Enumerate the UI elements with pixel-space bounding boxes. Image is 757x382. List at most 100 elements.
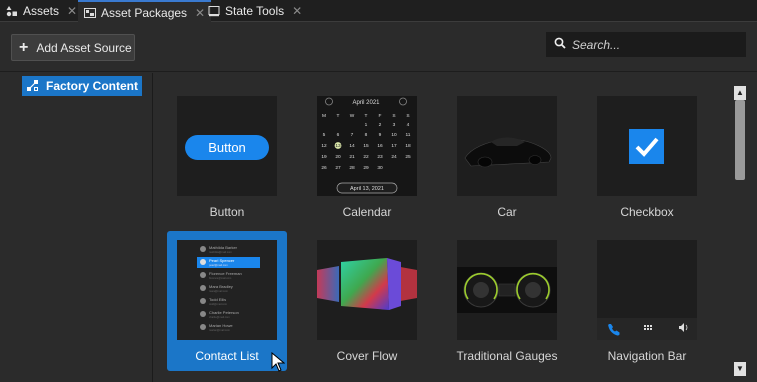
asset-label: Car: [497, 205, 517, 219]
plus-icon: +: [19, 38, 29, 56]
svg-text:28: 28: [349, 165, 355, 171]
svg-text:Mara Bradley: Mara Bradley: [209, 284, 233, 289]
svg-text:14: 14: [349, 143, 355, 149]
asset-card-checkbox[interactable]: Checkbox: [587, 87, 707, 227]
add-asset-source-label: Add Asset Source: [36, 40, 132, 55]
asset-thumbnail: [457, 240, 557, 340]
svg-text:S: S: [406, 113, 409, 119]
svg-text:2: 2: [379, 122, 382, 128]
sidebar-item-factory-content[interactable]: Factory Content: [22, 76, 142, 96]
gauges-preview: [457, 267, 557, 313]
svg-text:7: 7: [351, 132, 354, 138]
tab-state-tools[interactable]: State Tools ✕: [202, 0, 308, 22]
tab-label: State Tools: [225, 4, 285, 18]
svg-text:24: 24: [391, 154, 397, 160]
assets-icon: [6, 5, 18, 17]
calendar-month: April 2021: [352, 100, 380, 106]
asset-label: Cover Flow: [336, 349, 398, 363]
svg-text:5: 5: [323, 132, 326, 138]
asset-label: Contact List: [195, 349, 259, 363]
search-input[interactable]: [572, 37, 732, 52]
svg-text:charlie@mail.com: charlie@mail.com: [209, 315, 230, 319]
search-icon: [554, 37, 566, 52]
svg-text:11: 11: [406, 132, 411, 138]
tab-label: Assets: [23, 4, 60, 18]
svg-text:Florence Freeman: Florence Freeman: [209, 271, 242, 276]
tab-strip: Assets ✕ Asset Packages ✕ State Tools ✕: [0, 0, 757, 23]
svg-text:19: 19: [321, 154, 327, 160]
asset-label: Navigation Bar: [607, 349, 687, 363]
svg-text:22: 22: [363, 154, 369, 160]
svg-text:12: 12: [321, 143, 327, 149]
svg-text:3: 3: [393, 122, 396, 128]
asset-card-traditional-gauges[interactable]: Traditional Gauges: [447, 231, 567, 371]
svg-text:S: S: [392, 113, 395, 119]
svg-text:15: 15: [363, 143, 369, 149]
svg-text:16: 16: [377, 143, 383, 149]
svg-text:mathilda@mail.com: mathilda@mail.com: [209, 250, 232, 254]
close-icon[interactable]: ✕: [67, 4, 77, 18]
svg-text:23: 23: [377, 154, 383, 160]
asset-thumbnail: [317, 240, 417, 340]
vertical-scrollbar[interactable]: ▲ ▼: [733, 82, 747, 382]
asset-card-contact-list[interactable]: Mathilda Barker mathilda@mail.com Pearl S…: [167, 231, 287, 371]
asset-label: Traditional Gauges: [456, 349, 558, 363]
navigation-bar-preview: [597, 318, 697, 340]
asset-source-tree: Factory Content: [0, 73, 153, 382]
asset-card-button[interactable]: Button Button: [167, 87, 287, 227]
scroll-down-icon[interactable]: ▼: [734, 362, 746, 376]
svg-text:21: 21: [349, 154, 355, 160]
svg-text:Charlie Peterson: Charlie Peterson: [209, 310, 239, 315]
svg-text:F: F: [379, 113, 382, 119]
packages-icon: [84, 7, 96, 19]
car-preview: [464, 137, 552, 168]
svg-text:pearl@mail.com: pearl@mail.com: [209, 263, 228, 267]
svg-text:mara@mail.com: mara@mail.com: [209, 289, 228, 293]
close-icon[interactable]: ✕: [292, 4, 302, 18]
asset-thumbnail: [457, 96, 557, 196]
factory-content-icon: [27, 80, 38, 91]
svg-text:8: 8: [365, 132, 368, 138]
scroll-up-icon[interactable]: ▲: [734, 86, 746, 100]
mouse-cursor-icon: [271, 351, 286, 375]
asset-label: Checkbox: [620, 205, 674, 219]
scroll-thumb[interactable]: [735, 100, 745, 180]
contact-list-preview: Mathilda Barkermathilda@mail.com Pearl S…: [197, 245, 260, 332]
tab-asset-packages[interactable]: Asset Packages ✕: [78, 0, 212, 23]
svg-text:1: 1: [365, 122, 368, 128]
calendar-date-field: April 13, 2021: [350, 186, 384, 192]
svg-text:18: 18: [405, 143, 411, 149]
search-box[interactable]: [546, 32, 746, 57]
calendar-preview: April 2021 MTWTFSS 1234 5 6 7 8 9 10 11 12 13 14…: [321, 97, 411, 194]
svg-text:10: 10: [391, 132, 397, 138]
svg-text:25: 25: [405, 154, 411, 160]
svg-text:todd@mail.com: todd@mail.com: [209, 302, 227, 306]
svg-text:9: 9: [379, 132, 382, 138]
tab-label: Asset Packages: [101, 5, 188, 20]
asset-card-car[interactable]: Car: [447, 87, 567, 227]
add-asset-source-button[interactable]: + Add Asset Source: [11, 34, 135, 61]
svg-text:20: 20: [335, 154, 341, 160]
svg-text:6: 6: [337, 132, 340, 138]
svg-text:13: 13: [335, 143, 341, 149]
svg-text:27: 27: [335, 165, 341, 171]
svg-text:29: 29: [363, 165, 369, 171]
svg-text:30: 30: [377, 165, 383, 171]
sidebar-item-label: Factory Content: [46, 79, 139, 93]
window-icon: [208, 5, 220, 17]
svg-text:T: T: [337, 113, 340, 119]
checkbox-preview: [629, 129, 664, 164]
svg-text:W: W: [350, 113, 355, 119]
svg-text:Marian Howe: Marian Howe: [209, 323, 233, 328]
button-preview: Button: [185, 135, 269, 160]
cover-flow-preview: [317, 258, 417, 310]
asset-card-calendar[interactable]: April 2021 MTWTFSS 1234 5 6 7 8 9 10 11 12 13 14…: [307, 87, 427, 227]
asset-thumbnail: Mathilda Barker mathilda@mail.com Pearl S…: [177, 240, 277, 340]
asset-label: Button: [209, 205, 245, 219]
asset-card-cover-flow[interactable]: Cover Flow: [307, 231, 427, 371]
svg-text:T: T: [365, 113, 368, 119]
svg-text:17: 17: [391, 143, 397, 149]
svg-text:florence@mail.com: florence@mail.com: [209, 276, 231, 280]
asset-card-navigation-bar[interactable]: Navigation Bar: [587, 231, 707, 371]
tab-assets[interactable]: Assets ✕: [0, 0, 83, 22]
